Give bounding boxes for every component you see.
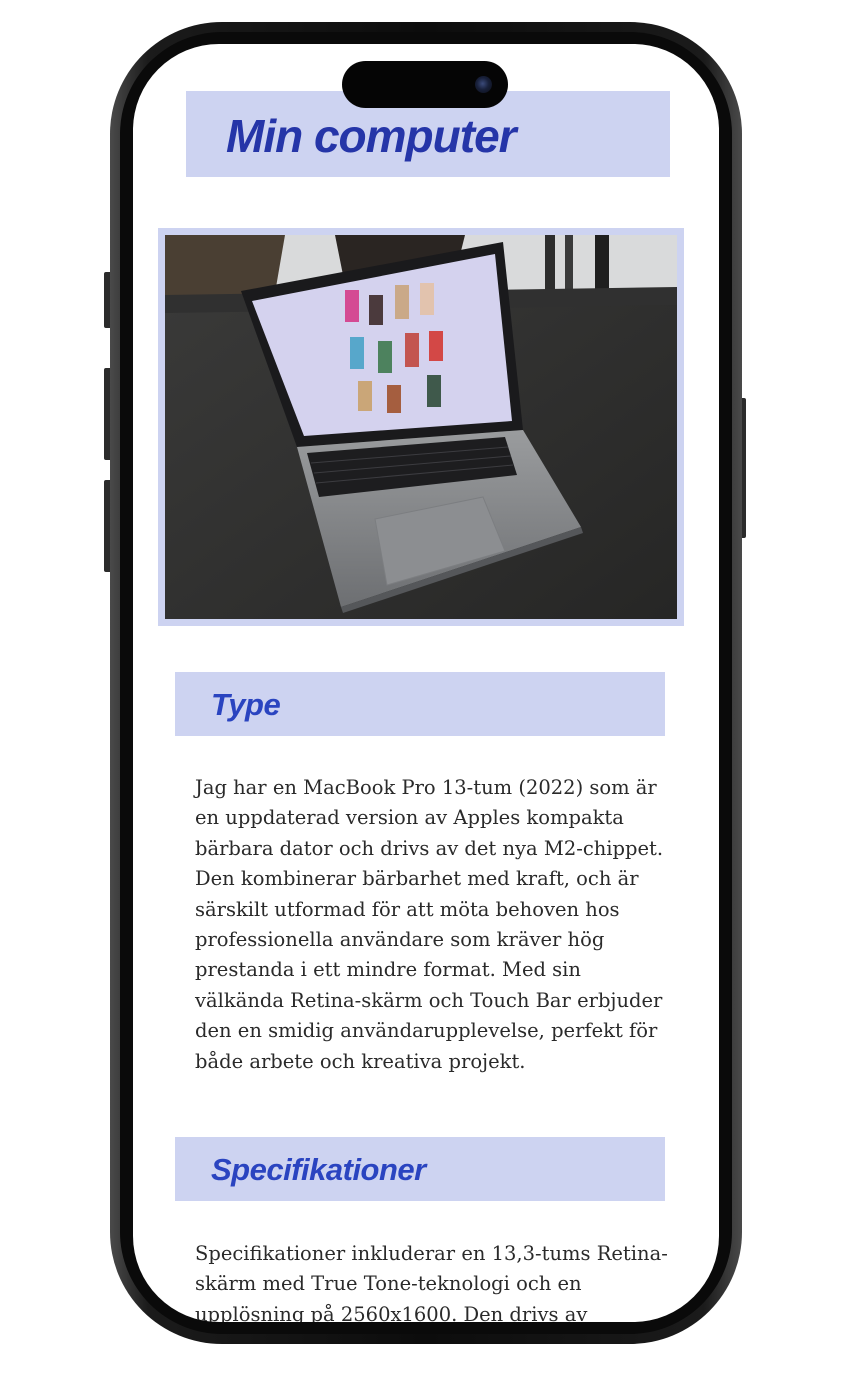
computer-photo [158, 228, 684, 626]
section-heading: Specifikationer [211, 1152, 426, 1187]
section-header-type: Type [175, 672, 665, 736]
page-title: Min computer [226, 110, 517, 162]
camera-icon [475, 76, 492, 93]
section-body-type: Jag har en MacBook Pro 13-tum (2022) som… [195, 776, 664, 1073]
section-body-specifikationer: Specifikationer inkluderar en 13,3-tums … [195, 1242, 668, 1322]
dynamic-island [342, 61, 508, 108]
phone-screen: Min computer Type Jag har en MacBook Pro… [133, 44, 719, 1322]
laptop-image [165, 235, 677, 619]
section-header-specifikationer: Specifikationer [175, 1137, 665, 1201]
section-heading: Type [211, 687, 281, 722]
